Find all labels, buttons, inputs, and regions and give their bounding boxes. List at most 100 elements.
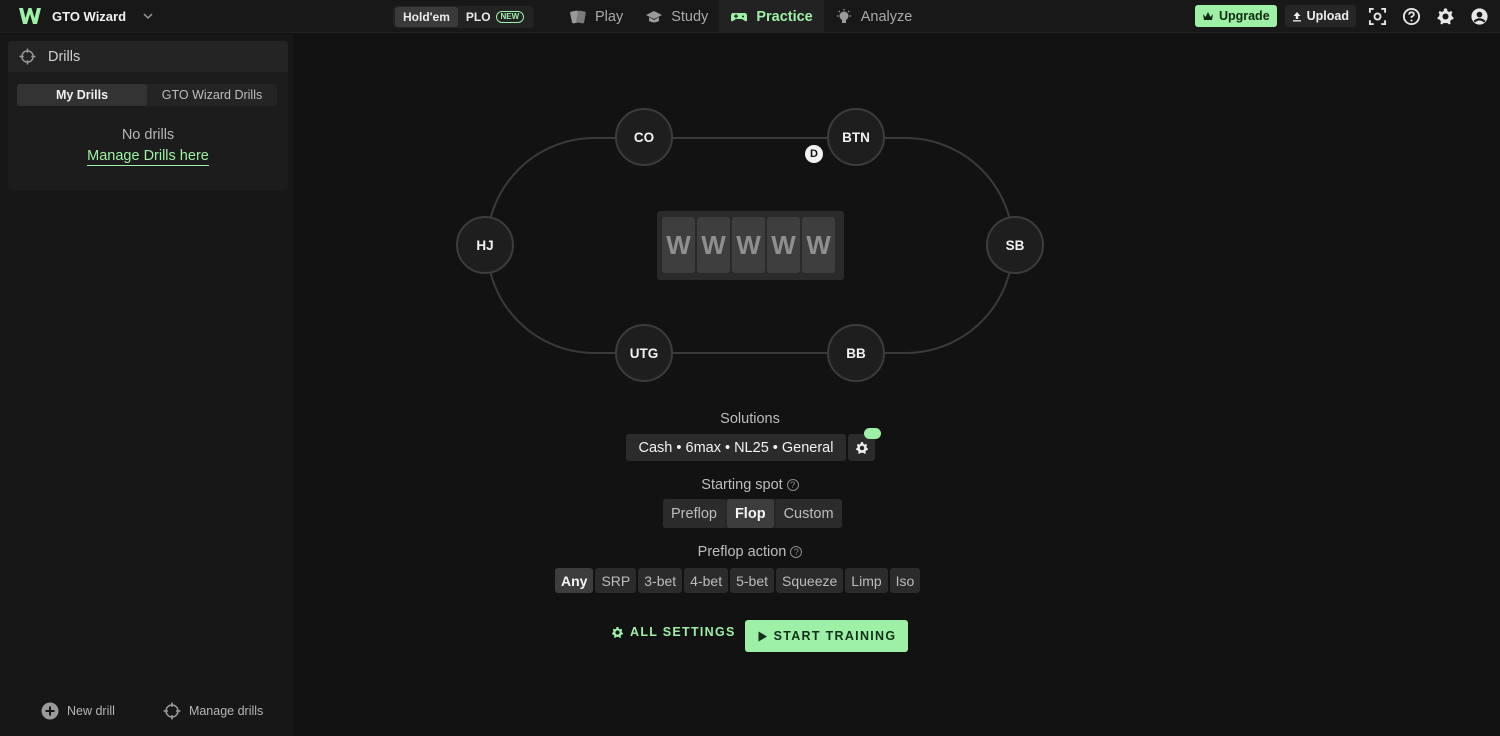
help-button[interactable] [1398, 5, 1424, 27]
drills-panel: Drills My Drills GTO Wizard Drills No dr… [8, 41, 288, 190]
nav-analyze-label: Analyze [860, 8, 913, 25]
profile-button[interactable] [1466, 5, 1492, 27]
nav-study[interactable]: Study [634, 0, 719, 33]
new-drill-button[interactable]: New drill [41, 702, 115, 720]
preflop-action-any[interactable]: Any [555, 568, 594, 593]
tab-gto-wizard-drills[interactable]: GTO Wizard Drills [147, 84, 277, 106]
upgrade-label: Upgrade [1218, 9, 1270, 23]
board-card: W [732, 217, 765, 273]
graduation-cap-icon [646, 10, 663, 22]
nav-play-label: Play [595, 8, 624, 25]
holdem-tab[interactable]: Hold'em [395, 7, 458, 27]
drill-tabs: My Drills GTO Wizard Drills [17, 84, 277, 106]
crown-icon [1202, 11, 1213, 20]
seat-hj[interactable]: HJ [456, 216, 514, 274]
gamepad-icon [731, 12, 748, 21]
nav-practice[interactable]: Practice [719, 0, 824, 33]
preflop-action-squeeze[interactable]: Squeeze [776, 568, 844, 593]
upgrade-button[interactable]: Upgrade [1194, 5, 1277, 27]
crosshair-icon [19, 48, 36, 65]
brand-name: GTO Wizard [52, 8, 127, 24]
empty-state-text: No drills [121, 127, 175, 143]
dealer-button: D [805, 145, 823, 163]
plo-tab[interactable]: PLO NEW [458, 7, 532, 27]
all-settings-button[interactable]: ALL SETTINGS [611, 625, 736, 639]
seat-co[interactable]: CO [615, 108, 673, 166]
starting-spot-custom[interactable]: Custom [775, 499, 842, 528]
help-circle-icon[interactable]: ? [790, 546, 803, 558]
nav-study-label: Study [671, 8, 709, 25]
nav-analyze[interactable]: Analyze [824, 0, 924, 33]
plo-tab-label: PLO [465, 10, 491, 24]
preflop-action-5bet[interactable]: 5-bet [730, 568, 775, 593]
preflop-action-selector: Any SRP 3-bet 4-bet 5-bet Squeeze Limp I… [555, 568, 921, 593]
board-card: W [767, 217, 800, 273]
preflop-action-4bet[interactable]: 4-bet [684, 568, 729, 593]
starting-spot-selector: Preflop Flop Custom [663, 499, 842, 528]
drills-title: Drills [48, 48, 81, 65]
start-training-button[interactable]: START TRAINING [745, 620, 908, 652]
crosshair-icon [163, 702, 181, 720]
tab-my-drills[interactable]: My Drills [17, 84, 147, 106]
header-tools: Upgrade Upload [1194, 5, 1492, 27]
board-card: W [697, 217, 730, 273]
solutions-selector[interactable]: Cash • 6max • NL25 • General [626, 434, 846, 461]
preflop-action-limp[interactable]: Limp [845, 568, 888, 593]
plus-circle-icon [41, 702, 59, 720]
holdem-tab-label: Hold'em [403, 10, 450, 24]
nav-play[interactable]: Play [558, 0, 634, 33]
scan-icon [1368, 7, 1386, 25]
help-icon [1402, 7, 1420, 25]
drills-sidebar: Drills My Drills GTO Wizard Drills No dr… [0, 34, 293, 736]
game-type-switch: Hold'em PLO NEW [393, 6, 535, 28]
seat-utg[interactable]: UTG [615, 324, 673, 382]
manage-drills-link[interactable]: Manage Drills here [87, 148, 209, 166]
new-badge: NEW [495, 11, 525, 23]
drills-header: Drills [8, 41, 288, 72]
preflop-action-srp[interactable]: SRP [595, 568, 637, 593]
sidebar-footer: New drill Manage drills [0, 702, 293, 720]
board-card: W [662, 217, 695, 273]
main-nav: Play Study Practice Analyze [558, 0, 923, 33]
cards-icon [570, 10, 586, 23]
gear-icon [855, 441, 868, 454]
help-circle-icon[interactable]: ? [786, 479, 799, 491]
upload-button[interactable]: Upload [1284, 5, 1356, 27]
play-icon [758, 631, 767, 641]
lightbulb-icon [836, 8, 851, 23]
preflop-action-label: Preflop action? [0, 544, 1500, 560]
solutions-label: Solutions [0, 411, 1500, 427]
manage-drills-link-wrap: Manage Drills here [8, 148, 288, 166]
new-drill-label: New drill [67, 704, 115, 718]
seat-sb[interactable]: SB [986, 216, 1044, 274]
upload-label: Upload [1306, 9, 1349, 23]
chevron-down-icon [143, 13, 153, 20]
gear-icon [1436, 7, 1454, 24]
gto-wizard-logo-icon [19, 8, 41, 24]
preflop-action-iso[interactable]: Iso [889, 568, 921, 593]
settings-button[interactable] [1432, 5, 1458, 27]
gear-icon [611, 626, 624, 638]
screenshot-scan-button[interactable] [1364, 5, 1390, 27]
board-cards: W W W W W [657, 211, 844, 280]
seat-bb[interactable]: BB [827, 324, 885, 382]
seat-btn[interactable]: BTN [827, 108, 885, 166]
nav-practice-label: Practice [756, 8, 813, 25]
starting-spot-flop[interactable]: Flop [726, 499, 774, 528]
manage-drills-label: Manage drills [188, 704, 264, 718]
starting-spot-preflop[interactable]: Preflop [663, 499, 725, 528]
preflop-action-3bet[interactable]: 3-bet [638, 568, 683, 593]
start-training-label: START TRAINING [773, 629, 897, 643]
board-card: W [802, 217, 835, 273]
solutions-label-text: Solutions [720, 411, 780, 427]
user-avatar-icon [1470, 7, 1488, 25]
starting-spot-label: Starting spot? [0, 477, 1500, 493]
brand-menu[interactable]: GTO Wizard [18, 6, 154, 26]
all-settings-label: ALL SETTINGS [630, 625, 736, 639]
preflop-action-label-text: Preflop action [697, 544, 787, 560]
top-bar: GTO Wizard Hold'em PLO NEW Play Study Pr… [0, 0, 1500, 33]
manage-drills-button[interactable]: Manage drills [163, 702, 263, 720]
notification-dot [864, 428, 881, 439]
upload-icon [1292, 11, 1301, 21]
starting-spot-label-text: Starting spot [701, 477, 783, 493]
